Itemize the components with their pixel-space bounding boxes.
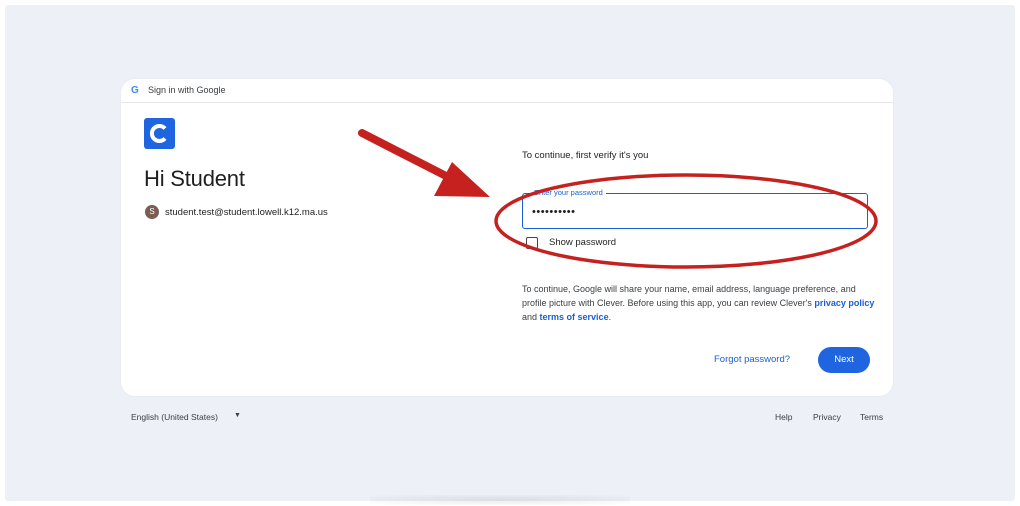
annotation-overlay (358, 129, 878, 269)
annotation-circle (494, 173, 878, 269)
annotation-arrow-icon (358, 129, 490, 197)
